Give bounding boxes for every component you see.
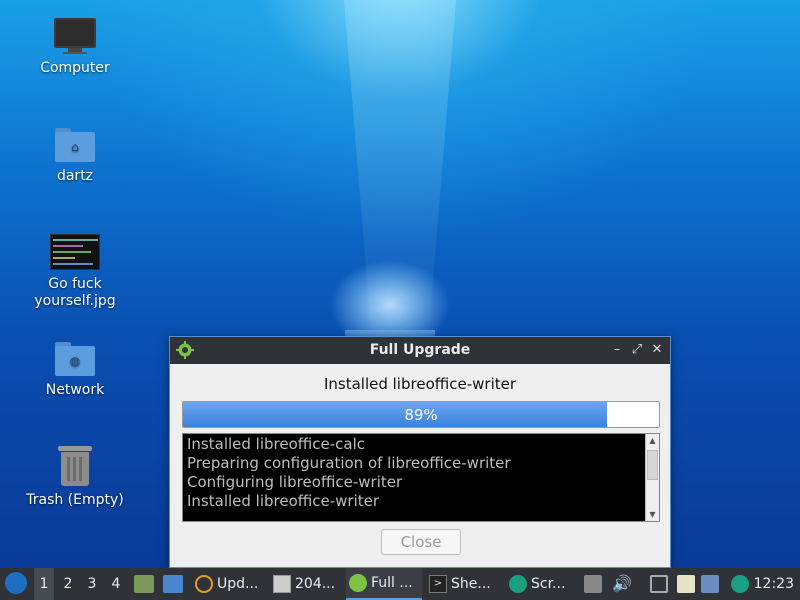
trash-icon bbox=[58, 446, 92, 486]
dialog-titlebar[interactable]: Full Upgrade – ⤢ ✕ bbox=[170, 337, 670, 364]
log-line: Installed libreoffice-calc bbox=[187, 435, 366, 453]
minimize-icon[interactable]: – bbox=[608, 341, 626, 359]
full-upgrade-dialog: Full Upgrade – ⤢ ✕ Installed libreoffice… bbox=[169, 336, 671, 568]
desktop-icon-label: Go fuck yourself.jpg bbox=[34, 276, 116, 309]
desktop-icon-label: Computer bbox=[40, 60, 110, 76]
show-desktop-icon[interactable] bbox=[163, 575, 183, 593]
taskbar: 1 2 3 4 Upd... 204... Full ... > She... … bbox=[0, 568, 800, 600]
desktop-icon-image-file[interactable]: Go fuck yourself.jpg bbox=[15, 234, 135, 310]
window-icon bbox=[273, 575, 291, 593]
desktop-icon-label: Network bbox=[45, 382, 105, 398]
log-scrollbar[interactable]: ▲ ▼ bbox=[645, 434, 659, 521]
desktop-icon-label: Trash (Empty) bbox=[26, 492, 124, 508]
desktop-icon-computer[interactable]: Computer bbox=[15, 18, 135, 77]
computer-icon bbox=[54, 18, 96, 54]
task-label: She... bbox=[451, 576, 491, 592]
log-line: Configuring libreoffice-writer bbox=[187, 473, 403, 491]
start-menu-icon[interactable] bbox=[5, 572, 27, 594]
task-label: 204... bbox=[295, 576, 336, 592]
image-file-icon bbox=[50, 234, 100, 270]
terminal-icon: > bbox=[429, 575, 447, 593]
workspace-3[interactable]: 3 bbox=[82, 568, 102, 600]
clipboard-icon[interactable] bbox=[677, 575, 695, 593]
scroll-thumb[interactable] bbox=[647, 450, 658, 480]
log-line: Preparing configuration of libreoffice-w… bbox=[187, 454, 511, 472]
task-label: Full ... bbox=[371, 575, 413, 591]
notification-icon[interactable] bbox=[701, 575, 719, 593]
desktop-icon-trash[interactable]: Trash (Empty) bbox=[15, 446, 135, 509]
network-folder-icon: ◍ bbox=[55, 342, 95, 376]
volume-icon[interactable]: 🔊 bbox=[612, 575, 632, 593]
gear-icon bbox=[349, 574, 367, 592]
workspace-1[interactable]: 1 bbox=[34, 568, 54, 600]
log-line: Installed libreoffice-writer bbox=[187, 492, 380, 510]
workspace-2[interactable]: 2 bbox=[58, 568, 78, 600]
task-full-upgrade[interactable]: Full ... bbox=[346, 568, 422, 600]
task-screenshot[interactable]: Scr... bbox=[506, 568, 578, 600]
dialog-title: Full Upgrade bbox=[369, 342, 471, 358]
close-button[interactable]: Close bbox=[381, 529, 461, 555]
progress-bar: 89% bbox=[182, 401, 660, 428]
status-label: Installed libreoffice-writer bbox=[323, 375, 517, 393]
workspace-4[interactable]: 4 bbox=[106, 568, 126, 600]
task-window[interactable]: 204... bbox=[270, 568, 342, 600]
task-label: Upd... bbox=[217, 576, 259, 592]
screenshot-tray-icon[interactable] bbox=[731, 575, 749, 593]
clock[interactable]: 12:23 bbox=[754, 568, 794, 600]
network-icon[interactable] bbox=[650, 575, 668, 593]
task-label: Scr... bbox=[531, 576, 566, 592]
screenshot-icon bbox=[509, 575, 527, 593]
desktop-icon-home[interactable]: ⌂ dartz bbox=[15, 128, 135, 185]
scroll-down-icon[interactable]: ▼ bbox=[646, 508, 659, 521]
task-updater[interactable]: Upd... bbox=[192, 568, 266, 600]
scroll-up-icon[interactable]: ▲ bbox=[646, 434, 659, 447]
file-manager-icon[interactable] bbox=[134, 575, 154, 593]
progress-text: 89% bbox=[404, 406, 438, 424]
task-shell[interactable]: > She... bbox=[426, 568, 498, 600]
desktop-icon-label: dartz bbox=[56, 168, 94, 184]
close-icon[interactable]: ✕ bbox=[648, 341, 666, 359]
light-rays bbox=[344, 0, 456, 340]
update-icon bbox=[195, 575, 213, 593]
desktop-icon-network[interactable]: ◍ Network bbox=[15, 342, 135, 399]
home-folder-icon: ⌂ bbox=[55, 128, 95, 162]
usb-icon[interactable] bbox=[584, 575, 602, 593]
maximize-icon[interactable]: ⤢ bbox=[628, 341, 646, 359]
log-output[interactable]: Installed libreoffice-calc Preparing con… bbox=[182, 433, 660, 522]
